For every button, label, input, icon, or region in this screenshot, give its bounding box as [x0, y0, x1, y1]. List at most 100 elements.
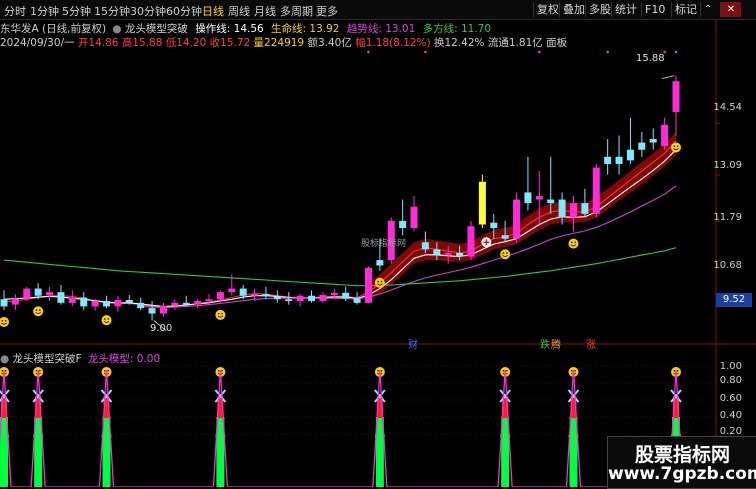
candle-body [262, 293, 270, 297]
candle-body [319, 294, 327, 302]
candle-body [205, 299, 213, 302]
top-dot [606, 50, 609, 54]
ma-line-1 [3, 149, 677, 307]
candle-body [57, 292, 65, 303]
smiley-eye [217, 370, 220, 372]
smiley-face [500, 249, 511, 260]
low-value-label: 9.00 [150, 323, 173, 334]
smiley-eye [502, 252, 505, 254]
smiley-face [33, 306, 44, 317]
buy-plus-icon [481, 237, 492, 248]
smiley-face [671, 142, 681, 153]
candle-body [103, 301, 111, 307]
candle-body [649, 139, 657, 143]
candle-body [535, 196, 543, 200]
smiley-eye [39, 309, 41, 311]
candle-body [296, 295, 304, 302]
sub-axis-label: 0.60 [719, 393, 742, 404]
candle-body [91, 301, 99, 307]
candle-body [353, 298, 361, 303]
top-dot [538, 50, 541, 54]
smiley-eye [506, 370, 508, 372]
candle-body [467, 226, 475, 257]
smiley-eye [104, 318, 106, 320]
candle-body [501, 235, 509, 239]
candle-body [410, 206, 418, 229]
site-watermark: 股票指标网 www.7gpzb.com [607, 436, 756, 489]
candle-body [182, 302, 190, 305]
candle-body [456, 252, 464, 257]
candle-body [137, 302, 145, 309]
candle-body [342, 292, 350, 299]
price-axis-label: 13.09 [713, 160, 742, 171]
candle-body [626, 149, 634, 161]
smiley-eye [377, 280, 379, 283]
smiley-eye [1, 370, 4, 372]
candle-body [228, 288, 236, 293]
watermark-url: www.7gpzb.com [608, 464, 756, 484]
smiley-eye [377, 370, 379, 372]
candle-body [308, 295, 316, 302]
smiley-eye [4, 370, 7, 372]
price-axis-label: 11.79 [713, 212, 742, 223]
smiley-eye [574, 370, 576, 372]
candle-body [23, 288, 31, 299]
smiley-icon [568, 238, 579, 249]
smiley-eye [1, 319, 4, 322]
event-cai[interactable]: 财 [408, 336, 418, 351]
smiley-face [374, 277, 385, 288]
sub-axis-label: 0.40 [719, 410, 742, 421]
smiley-eye [4, 319, 7, 322]
price-axis-label: 10.68 [713, 260, 742, 271]
candle-body [581, 203, 589, 214]
ma-line-0 [3, 140, 677, 308]
event-zhang[interactable]: 涨 [586, 336, 596, 351]
candle-body [194, 301, 202, 305]
smiley-eye [380, 370, 383, 372]
signal-icons [0, 142, 681, 441]
candle-body [421, 242, 429, 250]
candle-body [490, 222, 498, 229]
smiley-eye [107, 370, 110, 372]
smiley-eye [39, 370, 41, 372]
top-dot [674, 50, 678, 54]
candle-body [364, 267, 372, 303]
smiley-eye [676, 145, 679, 148]
candle-body [285, 299, 293, 302]
event-die[interactable]: 跌 [540, 336, 550, 351]
event-teng[interactable]: 腾 [551, 336, 561, 351]
top-dot [424, 50, 427, 54]
price-axis-label: 14.54 [713, 102, 742, 113]
candle-body [592, 167, 600, 214]
candle-body [478, 181, 486, 225]
candle-body [216, 292, 224, 300]
candle-body [524, 192, 532, 204]
smiley-eye [104, 370, 106, 372]
candle-body [148, 308, 156, 314]
candle-body [444, 252, 452, 255]
smiley-face [215, 309, 226, 320]
high-value-label: 15.88 [636, 53, 665, 64]
candle-body [68, 297, 76, 303]
smiley-eye [676, 370, 679, 372]
candle-body [125, 299, 133, 303]
candle-body [615, 156, 623, 164]
smiley-eye [502, 370, 505, 372]
smiley-icon [671, 142, 681, 153]
candle-body [159, 305, 167, 314]
high-pointer [661, 75, 675, 80]
candle-body [433, 249, 441, 255]
candle-body [569, 203, 577, 218]
smiley-eye [217, 312, 220, 315]
smiley-eye [380, 280, 383, 283]
candle-body [11, 298, 19, 305]
current-price-box: 9.52 [716, 293, 752, 307]
ma-lines [3, 131, 677, 309]
smiley-eye [221, 312, 223, 315]
smiley-icon [215, 309, 226, 320]
smiley-eye [506, 252, 508, 254]
smiley-eye [673, 370, 676, 372]
sub-indicator-dot-icon[interactable]: ● [0, 353, 9, 365]
sub-indicator-name[interactable]: 龙头模型突破F [13, 353, 82, 365]
watermark-title: 股票指标网 [634, 444, 730, 466]
